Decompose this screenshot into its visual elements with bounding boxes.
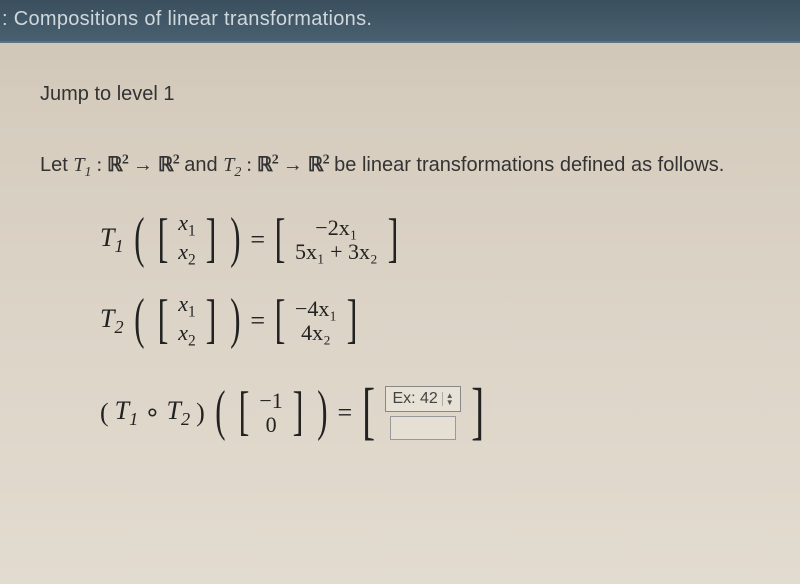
- header-title: : Compositions of linear transformations…: [2, 8, 372, 30]
- lparen-icon: (: [215, 387, 225, 435]
- content-area: Jump to level 1 Let T1 : ℝ2 → ℝ2 and T2 …: [0, 43, 800, 484]
- comp-T2: T2: [167, 396, 191, 430]
- answer-input-top[interactable]: Ex: 42 ▲▼: [385, 386, 460, 412]
- lbracket-icon: [: [275, 295, 286, 343]
- rbracket-icon: ]: [205, 295, 216, 343]
- eq2-output-vector: −4x₁ 4x₂: [295, 297, 337, 345]
- eq2-input-vector: x1 x2: [178, 292, 195, 351]
- rbracket-icon: ]: [471, 382, 484, 440]
- lparen-icon: (: [134, 214, 144, 262]
- rbracket-icon: ]: [387, 214, 398, 262]
- lbracket-icon: [: [362, 382, 375, 440]
- answer-column: Ex: 42 ▲▼: [385, 386, 460, 440]
- arrow2: →: [278, 154, 308, 176]
- T2-symbol: T2: [223, 154, 241, 176]
- intro-prefix: Let: [40, 154, 73, 176]
- T1-symbol: T1: [73, 154, 91, 176]
- and-text: and: [179, 154, 223, 176]
- close-paren: ): [196, 398, 205, 428]
- page-header: : Compositions of linear transformations…: [0, 0, 800, 43]
- lbracket-icon: [: [239, 387, 250, 435]
- equation-t1: T1 ( [ x1 x2 ] ) = [ −2x₁ 5x₁ + 3x₂ ]: [100, 211, 770, 270]
- R4: ℝ2: [308, 154, 329, 176]
- equation-composition: ( T1 ∘ T2 ) ( [ −1 0 ] ) = [ Ex: 42 ▲▼: [100, 384, 770, 442]
- eq1-T: T1: [100, 223, 124, 257]
- colon2: :: [241, 154, 257, 176]
- comp-T1: T1: [115, 396, 139, 430]
- colon1: :: [91, 154, 107, 176]
- eq3-input-vector: −1 0: [259, 389, 282, 437]
- answer-input-bottom[interactable]: [390, 416, 456, 440]
- eq2-T: T2: [100, 304, 124, 338]
- equals: =: [337, 398, 352, 428]
- R2: ℝ2: [158, 154, 179, 176]
- answer-placeholder: Ex: 42: [392, 390, 437, 408]
- lparen-icon: (: [134, 295, 144, 343]
- circ-symbol: ∘: [144, 398, 160, 428]
- lbracket-icon: [: [158, 214, 169, 262]
- jump-label: Jump to level 1: [40, 83, 175, 105]
- jump-to-level[interactable]: Jump to level 1: [40, 83, 770, 106]
- R3: ℝ2: [257, 154, 278, 176]
- R1: ℝ2: [107, 154, 128, 176]
- lbracket-icon: [: [275, 214, 286, 262]
- eq1-output-vector: −2x₁ 5x₁ + 3x₂: [295, 216, 378, 264]
- rbracket-icon: ]: [347, 295, 358, 343]
- rparen-icon: ): [230, 214, 240, 262]
- lbracket-icon: [: [158, 295, 169, 343]
- arrow1: →: [128, 154, 158, 176]
- rparen-icon: ): [317, 387, 327, 435]
- equation-t2: T2 ( [ x1 x2 ] ) = [ −4x₁ 4x₂ ]: [100, 292, 770, 351]
- open-paren: (: [100, 398, 109, 428]
- rparen-icon: ): [230, 295, 240, 343]
- equals: =: [250, 306, 265, 336]
- equals: =: [250, 225, 265, 255]
- problem-intro: Let T1 : ℝ2 → ℝ2 and T2 : ℝ2 → ℝ2 be lin…: [40, 152, 770, 181]
- eq1-input-vector: x1 x2: [178, 211, 195, 270]
- intro-suffix: be linear transformations defined as fol…: [329, 154, 725, 176]
- rbracket-icon: ]: [205, 214, 216, 262]
- number-stepper-icon[interactable]: ▲▼: [442, 392, 454, 406]
- rbracket-icon: ]: [292, 387, 303, 435]
